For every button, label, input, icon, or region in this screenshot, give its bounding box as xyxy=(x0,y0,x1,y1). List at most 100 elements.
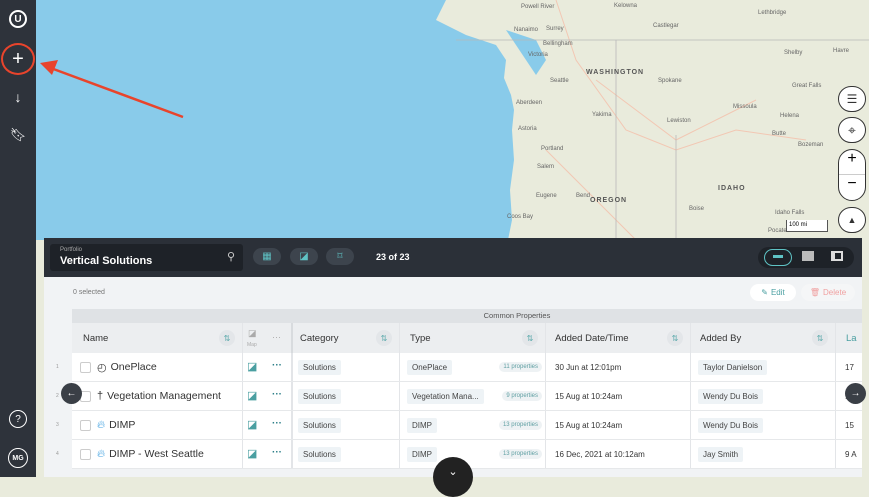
logo-icon: U xyxy=(9,10,27,28)
type-tag: DIMP xyxy=(407,446,437,462)
last-value: 15 xyxy=(845,420,854,430)
map-pin-icon[interactable]: ◪ xyxy=(247,447,257,460)
row-number: 3 xyxy=(56,422,59,428)
help-icon: ? xyxy=(9,410,27,428)
collapse-panel-button[interactable]: ⌄ xyxy=(433,457,473,497)
search-icon[interactable]: ⚲ xyxy=(227,250,235,263)
sort-icon[interactable]: ⇅ xyxy=(812,330,828,346)
row-more-icon[interactable]: ··· xyxy=(272,418,282,429)
map-label: Boise xyxy=(689,206,705,212)
state-label: WASHINGTON xyxy=(586,69,645,76)
properties-badge[interactable]: 9 properties xyxy=(502,391,542,401)
added-by-tag: Wendy Du Bois xyxy=(698,388,763,404)
table-row[interactable]: 3 🔥︎ DIMP ◪ ··· Solutions DIMP 13 propert… xyxy=(56,411,862,440)
map-label: Missoula xyxy=(733,104,757,110)
map-pin-icon[interactable]: ◪ xyxy=(247,389,257,402)
plus-icon: + xyxy=(12,47,24,70)
row-number: 4 xyxy=(56,451,59,457)
map-label: Lethbridge xyxy=(758,10,787,16)
sort-icon[interactable]: ⇅ xyxy=(376,330,392,346)
sort-icon[interactable]: ⇅ xyxy=(522,330,538,346)
sidebar: U + ↓ 🔖︎ ? MG xyxy=(0,0,36,477)
delete-button[interactable]: 🗑︎ Delete xyxy=(801,284,855,301)
scroll-left-button[interactable]: ← xyxy=(61,383,82,404)
help-button[interactable]: ? xyxy=(4,405,32,433)
row-checkbox[interactable] xyxy=(80,361,91,373)
scroll-right-button[interactable]: → xyxy=(845,383,866,404)
north-arrow-icon: ▲ xyxy=(847,215,857,225)
layers-button[interactable]: ☰ xyxy=(838,86,866,112)
properties-badge[interactable]: 13 properties xyxy=(498,449,542,459)
more-icon[interactable]: ··· xyxy=(272,332,281,342)
zoom-in-button[interactable]: + xyxy=(839,150,865,175)
layout-side-button[interactable] xyxy=(831,251,843,261)
group-header: Common Properties xyxy=(72,309,862,323)
chevron-down-icon: ⌄ xyxy=(448,466,458,478)
map-label: Eugene xyxy=(536,193,557,199)
row-name[interactable]: OnePlace xyxy=(111,361,157,373)
map-label: Lewiston xyxy=(667,118,691,124)
column-header-row: Name ⇅ ◪ Map ··· Category ⇅ Type ⇅ Added… xyxy=(72,323,862,353)
map-label: Castlegar xyxy=(653,23,679,29)
map-view-button[interactable]: ◪ xyxy=(290,248,318,265)
download-button[interactable]: ↓ xyxy=(4,83,32,111)
database-icon: ☰ xyxy=(846,92,858,106)
map-label: Portland xyxy=(541,146,564,152)
sort-icon[interactable]: ⇅ xyxy=(667,330,683,346)
pencil-icon: ✎ xyxy=(761,288,768,297)
state-label: IDAHO xyxy=(718,185,746,192)
map-pin-icon[interactable]: ◪ xyxy=(247,418,257,431)
row-more-icon[interactable]: ··· xyxy=(272,389,282,400)
bookmark-icon: 🔖︎ xyxy=(9,127,27,142)
bookmark-icon: ⌑ xyxy=(337,251,343,262)
column-type[interactable]: Type xyxy=(410,323,431,353)
scale-bar: 100 mi xyxy=(786,220,828,232)
layout-full-button[interactable] xyxy=(802,251,814,261)
table-row[interactable]: 1 ◴ OnePlace ◪ ··· Solutions OnePlace 11 … xyxy=(56,353,862,382)
map-pin-icon[interactable]: ◪ xyxy=(247,360,257,373)
bookmarks-button[interactable]: 🔖︎ xyxy=(4,121,32,149)
logo[interactable]: U xyxy=(4,5,32,33)
last-value: 17 xyxy=(845,362,854,372)
row-name[interactable]: DIMP xyxy=(109,419,135,431)
map-label: Aberdeen xyxy=(516,100,543,106)
row-more-icon[interactable]: ··· xyxy=(272,360,282,371)
row-more-icon[interactable]: ··· xyxy=(272,447,282,458)
state-label: OREGON xyxy=(590,197,628,204)
map-label: Bellingham xyxy=(543,41,573,47)
map-label: Bozeman xyxy=(798,142,824,148)
locate-button[interactable]: ⌖ xyxy=(838,117,866,143)
crosshair-icon: ⌖ xyxy=(848,121,856,138)
row-number: 2 xyxy=(56,393,59,399)
table-view-button[interactable]: ▦ xyxy=(253,248,281,265)
user-avatar[interactable]: MG xyxy=(4,444,32,472)
map-column-icon: ◪ xyxy=(248,328,257,338)
type-tag: Vegetation Mana... xyxy=(407,388,484,404)
edit-button[interactable]: ✎ Edit xyxy=(750,284,796,301)
row-checkbox[interactable] xyxy=(80,419,91,431)
compass-button[interactable]: ▲ xyxy=(838,207,866,233)
type-tag: DIMP xyxy=(407,417,437,433)
add-button[interactable]: + xyxy=(1,43,35,75)
layout-bottom-button[interactable]: ▬ xyxy=(764,249,792,266)
column-name[interactable]: Name xyxy=(83,323,108,353)
properties-badge[interactable]: 13 properties xyxy=(498,420,542,430)
bookmark-view-button[interactable]: ⌑ xyxy=(326,248,354,265)
row-name[interactable]: Vegetation Management xyxy=(107,390,221,402)
column-added-by[interactable]: Added By xyxy=(700,323,741,353)
portfolio-selector[interactable]: Portfolio Vertical Solutions ⚲ xyxy=(50,244,243,271)
category-tag: Solutions xyxy=(298,359,341,375)
added-by-tag: Jay Smith xyxy=(698,446,744,462)
map-label: Surrey xyxy=(546,26,564,32)
column-last[interactable]: La xyxy=(846,323,857,353)
table-row[interactable]: 2 † Vegetation Management ◪ ··· Solutions… xyxy=(56,382,862,411)
added-date: 15 Aug at 10:24am xyxy=(555,420,623,430)
properties-badge[interactable]: 11 properties xyxy=(499,362,542,372)
layout-toggle: ▬ xyxy=(758,247,854,268)
column-category[interactable]: Category xyxy=(300,323,339,353)
column-added[interactable]: Added Date/Time xyxy=(555,323,629,353)
row-checkbox[interactable] xyxy=(80,448,91,460)
sort-icon[interactable]: ⇅ xyxy=(219,330,235,346)
zoom-out-button[interactable]: − xyxy=(839,175,865,200)
row-name[interactable]: DIMP - West Seattle xyxy=(109,448,204,460)
